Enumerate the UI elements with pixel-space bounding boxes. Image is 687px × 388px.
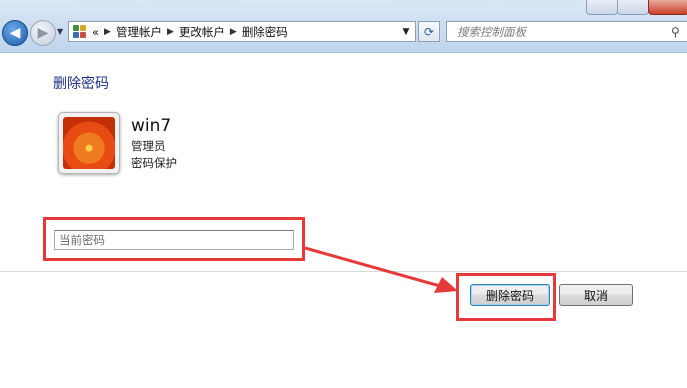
explorer-toolbar: ◀ ▶ ▼ « ▶ 管理帐户 ▶ 更改帐户 ▶ 删除密码 ▼ ⟳ ⚲ xyxy=(0,0,687,53)
forward-arrow-icon: ▶ xyxy=(37,25,49,41)
breadcrumb-manage-accounts[interactable]: 管理帐户 xyxy=(116,24,162,40)
breadcrumb-separator-icon[interactable]: ▶ xyxy=(230,27,237,37)
address-dropdown-icon[interactable]: ▼ xyxy=(397,27,415,37)
breadcrumb-overflow-icon[interactable]: « xyxy=(92,25,99,39)
divider xyxy=(0,271,687,272)
user-role: 管理员 xyxy=(131,139,166,153)
history-dropdown-icon[interactable]: ▼ xyxy=(57,27,63,36)
annotation-arrow-icon xyxy=(304,246,458,293)
user-password-status: 密码保护 xyxy=(131,156,177,170)
page-title: 删除密码 xyxy=(53,76,109,92)
user-avatar xyxy=(58,112,120,174)
back-arrow-icon: ◀ xyxy=(9,25,21,41)
address-bar[interactable]: « ▶ 管理帐户 ▶ 更改帐户 ▶ 删除密码 ▼ xyxy=(68,21,416,42)
title-bar-stub xyxy=(150,0,240,8)
close-window-button[interactable] xyxy=(648,0,687,15)
refresh-button[interactable]: ⟳ xyxy=(418,21,440,42)
minimize-button[interactable] xyxy=(586,0,618,15)
search-box[interactable]: ⚲ xyxy=(446,21,687,42)
maximize-button[interactable] xyxy=(617,0,649,15)
title-bar-stub xyxy=(75,0,135,8)
breadcrumb-remove-password[interactable]: 删除密码 xyxy=(242,24,288,40)
flower-picture-icon xyxy=(63,117,115,169)
title-bar-stub xyxy=(500,0,580,8)
breadcrumb-separator-icon[interactable]: ▶ xyxy=(104,27,111,37)
breadcrumb-separator-icon[interactable]: ▶ xyxy=(167,27,174,37)
user-name: win7 xyxy=(131,116,172,136)
breadcrumb-change-account[interactable]: 更改帐户 xyxy=(179,24,225,40)
control-panel-icon xyxy=(73,24,87,39)
back-button[interactable]: ◀ xyxy=(2,20,28,46)
refresh-icon: ⟳ xyxy=(423,24,435,39)
forward-button[interactable]: ▶ xyxy=(30,20,56,46)
search-icon[interactable]: ⚲ xyxy=(671,25,687,39)
title-bar-stub xyxy=(392,0,492,8)
current-password-input[interactable] xyxy=(54,230,294,250)
remove-password-button[interactable]: 删除密码 xyxy=(470,284,550,306)
search-input[interactable] xyxy=(447,23,671,40)
cancel-button[interactable]: 取消 xyxy=(559,284,633,306)
